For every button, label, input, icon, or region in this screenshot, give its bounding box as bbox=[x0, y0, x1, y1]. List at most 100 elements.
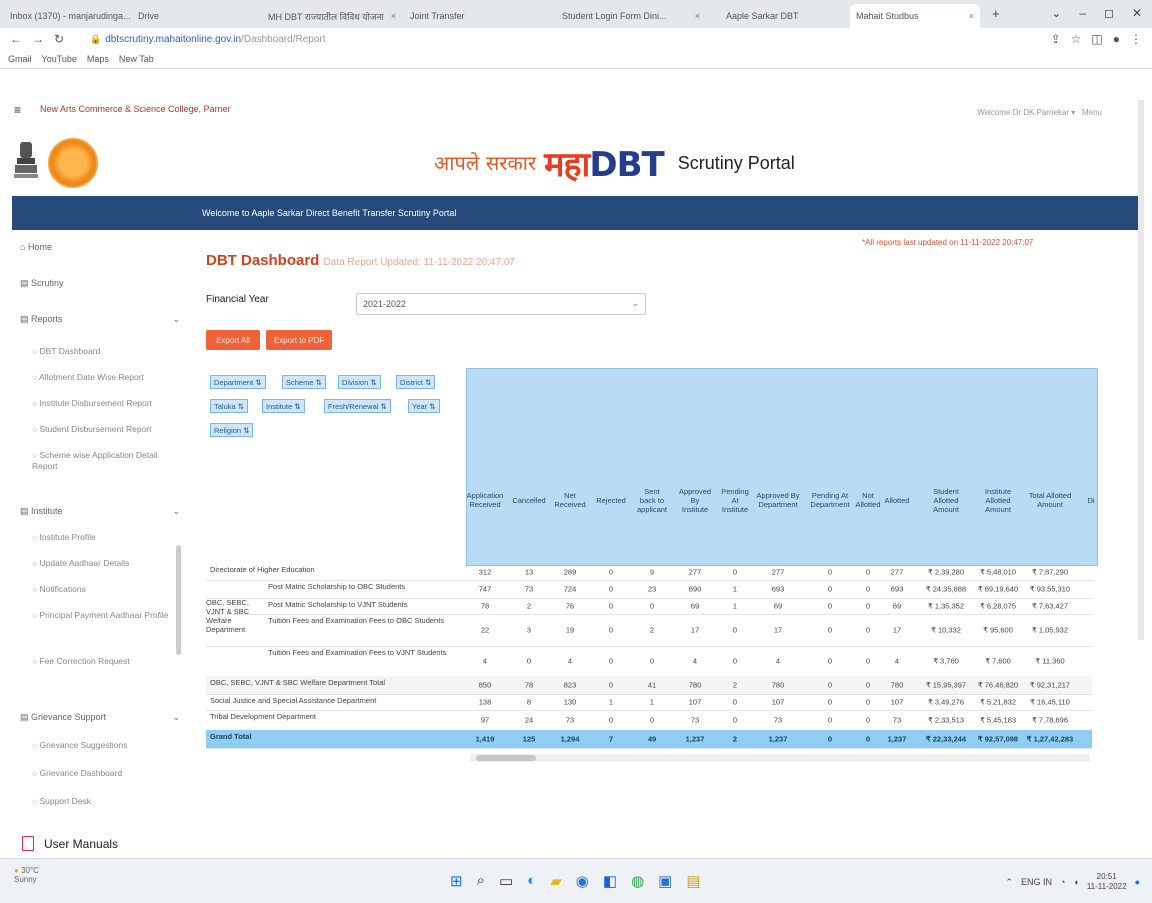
column-header[interactable]: Pending At Institute bbox=[718, 470, 752, 530]
menu-link[interactable]: Menu bbox=[1082, 108, 1102, 117]
sidebar-item-update-aadhaar[interactable]: ○ Update Aadhaar Details bbox=[32, 558, 129, 568]
sidebar-item-dbt-dashboard[interactable]: ○ DBT Dashboard bbox=[32, 346, 100, 356]
sidebar-item-home[interactable]: ⌂ Home bbox=[20, 242, 52, 252]
page-vertical-scrollbar[interactable] bbox=[1138, 100, 1144, 640]
column-header[interactable]: Rejected bbox=[594, 470, 628, 530]
row-label[interactable]: Social Justice and Special Assistance De… bbox=[210, 696, 460, 705]
sidebar-item-grievance-suggestions[interactable]: ○ Grievance Suggestions bbox=[32, 740, 127, 750]
weather-widget[interactable]: ● 30°C Sunny bbox=[14, 866, 39, 884]
edge-browser-icon[interactable]: ◐ bbox=[527, 872, 536, 890]
browser-tab-aaple-sarkar[interactable]: Aaple Sarkar DBT bbox=[720, 6, 840, 26]
sidebar-item-reports[interactable]: ▤ Reports ⌄ bbox=[20, 314, 180, 325]
close-icon[interactable]: × bbox=[695, 11, 700, 21]
column-header[interactable]: Di bbox=[1084, 470, 1098, 530]
sidebar-item-grievance-dashboard[interactable]: ○ Grievance Dashboard bbox=[32, 768, 122, 778]
hamburger-icon[interactable]: ≡ bbox=[14, 103, 21, 117]
sidebar-scrollbar[interactable] bbox=[176, 545, 181, 655]
filter-chip-department[interactable]: Department ⇅ bbox=[210, 375, 266, 389]
sidebar-item-grievance[interactable]: ▤ Grievance Support ⌄ bbox=[20, 712, 180, 723]
column-header[interactable]: Total Allotted Amount bbox=[1028, 470, 1072, 530]
maximize-icon[interactable]: ◻ bbox=[1104, 6, 1114, 20]
sidebar-item-principal-aadhaar[interactable]: ○ Principal Payment Aadhaar Profile bbox=[32, 610, 172, 621]
extensions-icon[interactable]: ◫ bbox=[1091, 32, 1102, 46]
browser-tab-joint-transfer[interactable]: Joint Transfer bbox=[404, 6, 504, 26]
column-header[interactable]: Net Received bbox=[554, 470, 585, 530]
kebab-menu-icon[interactable]: ⋮ bbox=[1130, 32, 1142, 46]
clock[interactable]: 20:51 11-11-2022 bbox=[1087, 872, 1127, 892]
speaker-icon[interactable]: ◖ bbox=[1073, 877, 1078, 887]
row-label[interactable]: Tribal Development Department bbox=[210, 712, 460, 721]
column-header[interactable]: Pending At Department bbox=[808, 470, 852, 530]
browser-tab-mhdbt[interactable]: MH DBT राज्यातील विविध योजना × bbox=[262, 6, 402, 26]
column-header[interactable]: Approved By Department bbox=[756, 470, 800, 530]
filter-chip-institute[interactable]: Institute ⇅ bbox=[262, 399, 305, 413]
notification-icon[interactable]: ● bbox=[1135, 877, 1140, 887]
export-pdf-button[interactable]: Export to PDF bbox=[266, 330, 332, 350]
column-header[interactable]: Approved By Institute bbox=[678, 470, 712, 530]
column-header[interactable]: Allotted bbox=[882, 470, 912, 530]
windows-start-icon[interactable]: ⊞ bbox=[450, 872, 463, 890]
app-icon[interactable]: ▤ bbox=[686, 872, 700, 890]
scroll-thumb[interactable] bbox=[476, 755, 536, 761]
wifi-icon[interactable]: ◔ bbox=[1060, 877, 1065, 887]
column-header[interactable]: Institute Allotted Amount bbox=[976, 470, 1020, 530]
sidebar-item-allotment-report[interactable]: ○ Allotment Date Wise Report bbox=[32, 372, 144, 382]
forward-arrow-icon[interactable]: → bbox=[32, 32, 44, 46]
sidebar-item-support-desk[interactable]: ○ Support Desk bbox=[32, 796, 91, 806]
new-tab-button[interactable]: + bbox=[992, 6, 1000, 21]
close-icon[interactable]: × bbox=[391, 11, 396, 21]
bookmark-newtab[interactable]: New Tab bbox=[119, 54, 154, 64]
lang-indicator[interactable]: ENG IN bbox=[1021, 877, 1052, 887]
task-view-icon[interactable]: ▭ bbox=[499, 872, 513, 890]
filter-chip-taluka[interactable]: Taluka ⇅ bbox=[210, 399, 249, 413]
browser-tab-drive[interactable]: Drive bbox=[132, 6, 202, 26]
filter-chip-scheme[interactable]: Scheme ⇅ bbox=[282, 375, 326, 389]
chevron-down-icon[interactable]: ⌄ bbox=[1051, 6, 1061, 20]
search-icon[interactable]: ⌕ bbox=[477, 872, 485, 890]
close-icon[interactable]: × bbox=[969, 11, 974, 21]
filter-chip-fresh-renewal[interactable]: Fresh/Renewal ⇅ bbox=[324, 399, 391, 413]
table-horizontal-scrollbar[interactable] bbox=[470, 754, 1090, 762]
column-header[interactable]: Student Allotted Amount bbox=[924, 470, 968, 530]
star-icon[interactable]: ☆ bbox=[1071, 32, 1082, 46]
sidebar-item-student-disbursement[interactable]: ○ Student Disbursement Report bbox=[32, 424, 152, 434]
url-field[interactable]: dbtscrutiny.mahaitonline.gov.in/Dashboar… bbox=[105, 34, 325, 45]
filter-chip-religion[interactable]: Religion ⇅ bbox=[210, 423, 254, 437]
back-arrow-icon[interactable]: ← bbox=[10, 32, 22, 46]
sidebar-item-institute[interactable]: ▤ Institute ⌄ bbox=[20, 506, 180, 517]
sidebar-item-notifications[interactable]: ○ Notifications bbox=[32, 584, 86, 594]
column-header[interactable]: Sent back to applicant bbox=[636, 470, 668, 530]
column-header[interactable]: Application Received bbox=[467, 470, 504, 530]
sidebar-item-scrutiny[interactable]: ▤ Scrutiny bbox=[20, 278, 64, 289]
minimize-icon[interactable]: – bbox=[1079, 6, 1086, 20]
store-icon[interactable]: ◧ bbox=[603, 872, 617, 890]
filter-chip-year[interactable]: Year ⇅ bbox=[408, 399, 440, 413]
bookmark-maps[interactable]: Maps bbox=[87, 54, 109, 64]
sidebar-item-institute-disbursement[interactable]: ○ Institute Disbursement Report bbox=[32, 398, 152, 408]
sidebar-item-institute-profile[interactable]: ○ Institute Profile bbox=[32, 532, 96, 542]
close-window-icon[interactable]: ✕ bbox=[1132, 6, 1142, 20]
column-header[interactable]: Cancelled bbox=[512, 470, 545, 530]
user-manuals-link[interactable]: User Manuals bbox=[22, 836, 118, 851]
chevron-up-icon[interactable]: ⌃ bbox=[1005, 877, 1013, 888]
welcome-user[interactable]: Welcome Dr DK Parnekar ▾ Menu bbox=[977, 108, 1102, 117]
profile-icon[interactable]: ● bbox=[1113, 32, 1120, 46]
word-icon[interactable]: ▣ bbox=[658, 872, 672, 890]
chrome-app-icon[interactable]: ◍ bbox=[631, 872, 644, 890]
bookmark-gmail[interactable]: Gmail bbox=[8, 54, 32, 64]
sidebar-item-fee-correction[interactable]: ○ Fee Correction Request bbox=[32, 656, 130, 666]
browser-tab-active[interactable]: Mahait Studbus × bbox=[850, 4, 980, 28]
row-label[interactable]: Directorate of Higher Education bbox=[210, 565, 460, 574]
reload-icon[interactable]: ↻ bbox=[54, 32, 64, 46]
browser-tab-student-login[interactable]: Student Login Form Dini... × bbox=[556, 6, 706, 26]
chrome-icon[interactable]: ◉ bbox=[576, 872, 589, 890]
filter-chip-district[interactable]: District ⇅ bbox=[396, 375, 436, 389]
financial-year-select[interactable]: 2021-2022 ⌄ bbox=[356, 293, 646, 315]
filter-chip-division[interactable]: Division ⇅ bbox=[338, 375, 381, 389]
export-all-button[interactable]: Export All bbox=[206, 330, 260, 350]
file-explorer-icon[interactable]: ▰ bbox=[550, 872, 562, 890]
browser-tab-gmail[interactable]: Inbox (1370) - manjarudinga...× bbox=[4, 6, 130, 26]
bookmark-youtube[interactable]: YouTube bbox=[42, 54, 77, 64]
sidebar-item-scheme-report[interactable]: ○ Scheme wise Application Detail Report bbox=[32, 450, 172, 472]
column-header[interactable]: Not Allotted bbox=[856, 470, 881, 530]
